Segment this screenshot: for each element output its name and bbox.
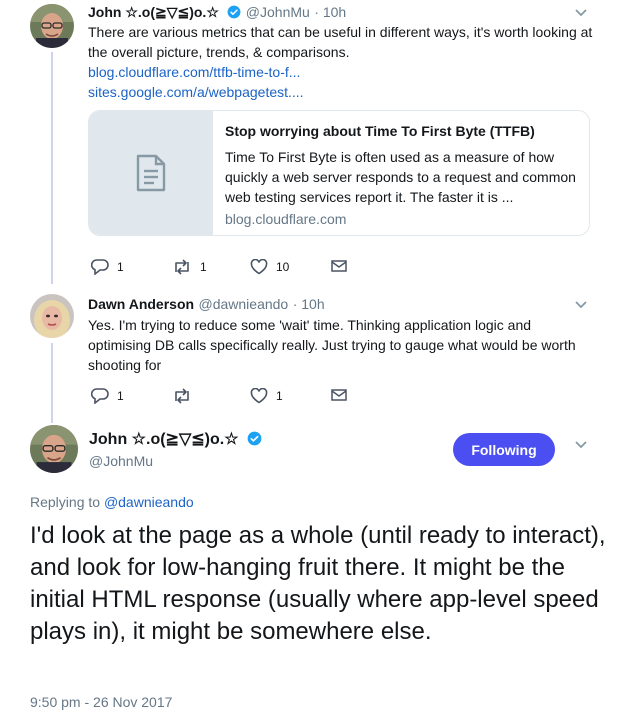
reply-button[interactable]: 1: [91, 388, 124, 404]
card-domain: blog.cloudflare.com: [225, 211, 347, 227]
tweet-header: Dawn Anderson @dawnieando · 10h: [88, 296, 325, 314]
tweet-text: There are various metrics that can be us…: [88, 24, 593, 60]
link-webpagetest[interactable]: sites.google.com/a/webpagetest....: [88, 82, 304, 102]
replying-to-handle[interactable]: @dawnieando: [104, 494, 194, 510]
main-tweet-text: I'd look at the page as a whole (until r…: [30, 522, 606, 645]
thread-line: [51, 343, 53, 423]
retweet-icon: [175, 388, 189, 404]
replying-to-label: Replying to: [30, 494, 104, 510]
message-icon: [331, 389, 347, 401]
card-thumbnail: [89, 111, 213, 235]
retweet-count: 1: [200, 260, 207, 274]
link-card[interactable]: Stop worrying about Time To First Byte (…: [88, 110, 590, 236]
like-icon: [250, 259, 268, 275]
like-button[interactable]: 10: [250, 259, 289, 275]
main-author: John ☆.o(≧▽≦)o.☆: [89, 429, 262, 451]
author-handle[interactable]: @dawnieando: [199, 296, 289, 312]
like-button[interactable]: 1: [250, 388, 283, 404]
reply-count: 1: [117, 389, 124, 403]
message-button[interactable]: [331, 259, 347, 273]
like-icon: [250, 388, 268, 404]
caret-down-icon[interactable]: [574, 300, 588, 310]
like-count: 10: [276, 260, 290, 274]
message-icon: [331, 260, 347, 272]
author-name[interactable]: John ☆.o(≧▽≦)o.☆: [88, 4, 219, 20]
message-button[interactable]: [331, 388, 347, 402]
author-name[interactable]: John ☆.o(≧▽≦)o.☆: [89, 431, 239, 448]
reply-icon: [91, 259, 109, 275]
reply-button[interactable]: 1: [91, 259, 124, 275]
author-handle[interactable]: @JohnMu: [246, 4, 310, 20]
avatar[interactable]: [30, 425, 78, 473]
tweet-text: Yes. I'm trying to reduce some 'wait' ti…: [88, 317, 576, 373]
avatar[interactable]: [30, 294, 74, 338]
card-title: Stop worrying about Time To First Byte (…: [225, 123, 535, 139]
verified-icon: [247, 431, 262, 451]
like-count: 1: [276, 389, 283, 403]
tweet-time[interactable]: 10h: [323, 4, 346, 20]
retweet-button[interactable]: [172, 388, 200, 404]
separator-dot: ·: [292, 296, 302, 312]
replying-to: Replying to @dawnieando: [30, 494, 194, 510]
caret-down-icon[interactable]: [574, 8, 588, 18]
thread-line: [51, 52, 53, 284]
retweet-button[interactable]: 1: [172, 259, 207, 275]
avatar[interactable]: [30, 4, 74, 48]
card-description: Time To First Byte is often used as a me…: [225, 149, 576, 205]
tweet-header: John ☆.o(≧▽≦)o.☆ @JohnMu · 10h: [88, 4, 346, 24]
link-cloudflare[interactable]: blog.cloudflare.com/ttfb-time-to-f...: [88, 62, 300, 82]
document-icon: [136, 154, 166, 192]
following-button[interactable]: Following: [453, 433, 555, 466]
tweet-timestamp[interactable]: 9:50 pm - 26 Nov 2017: [30, 694, 172, 710]
separator-dot: ·: [314, 4, 323, 20]
reply-icon: [91, 388, 109, 404]
author-name[interactable]: Dawn Anderson: [88, 296, 194, 312]
reply-count: 1: [117, 260, 124, 274]
retweet-icon: [175, 259, 189, 275]
card-body: Stop worrying about Time To First Byte (…: [225, 121, 577, 229]
author-handle[interactable]: @JohnMu: [89, 453, 153, 469]
tweet-time[interactable]: 10h: [301, 296, 324, 312]
caret-down-icon[interactable]: [574, 440, 588, 450]
